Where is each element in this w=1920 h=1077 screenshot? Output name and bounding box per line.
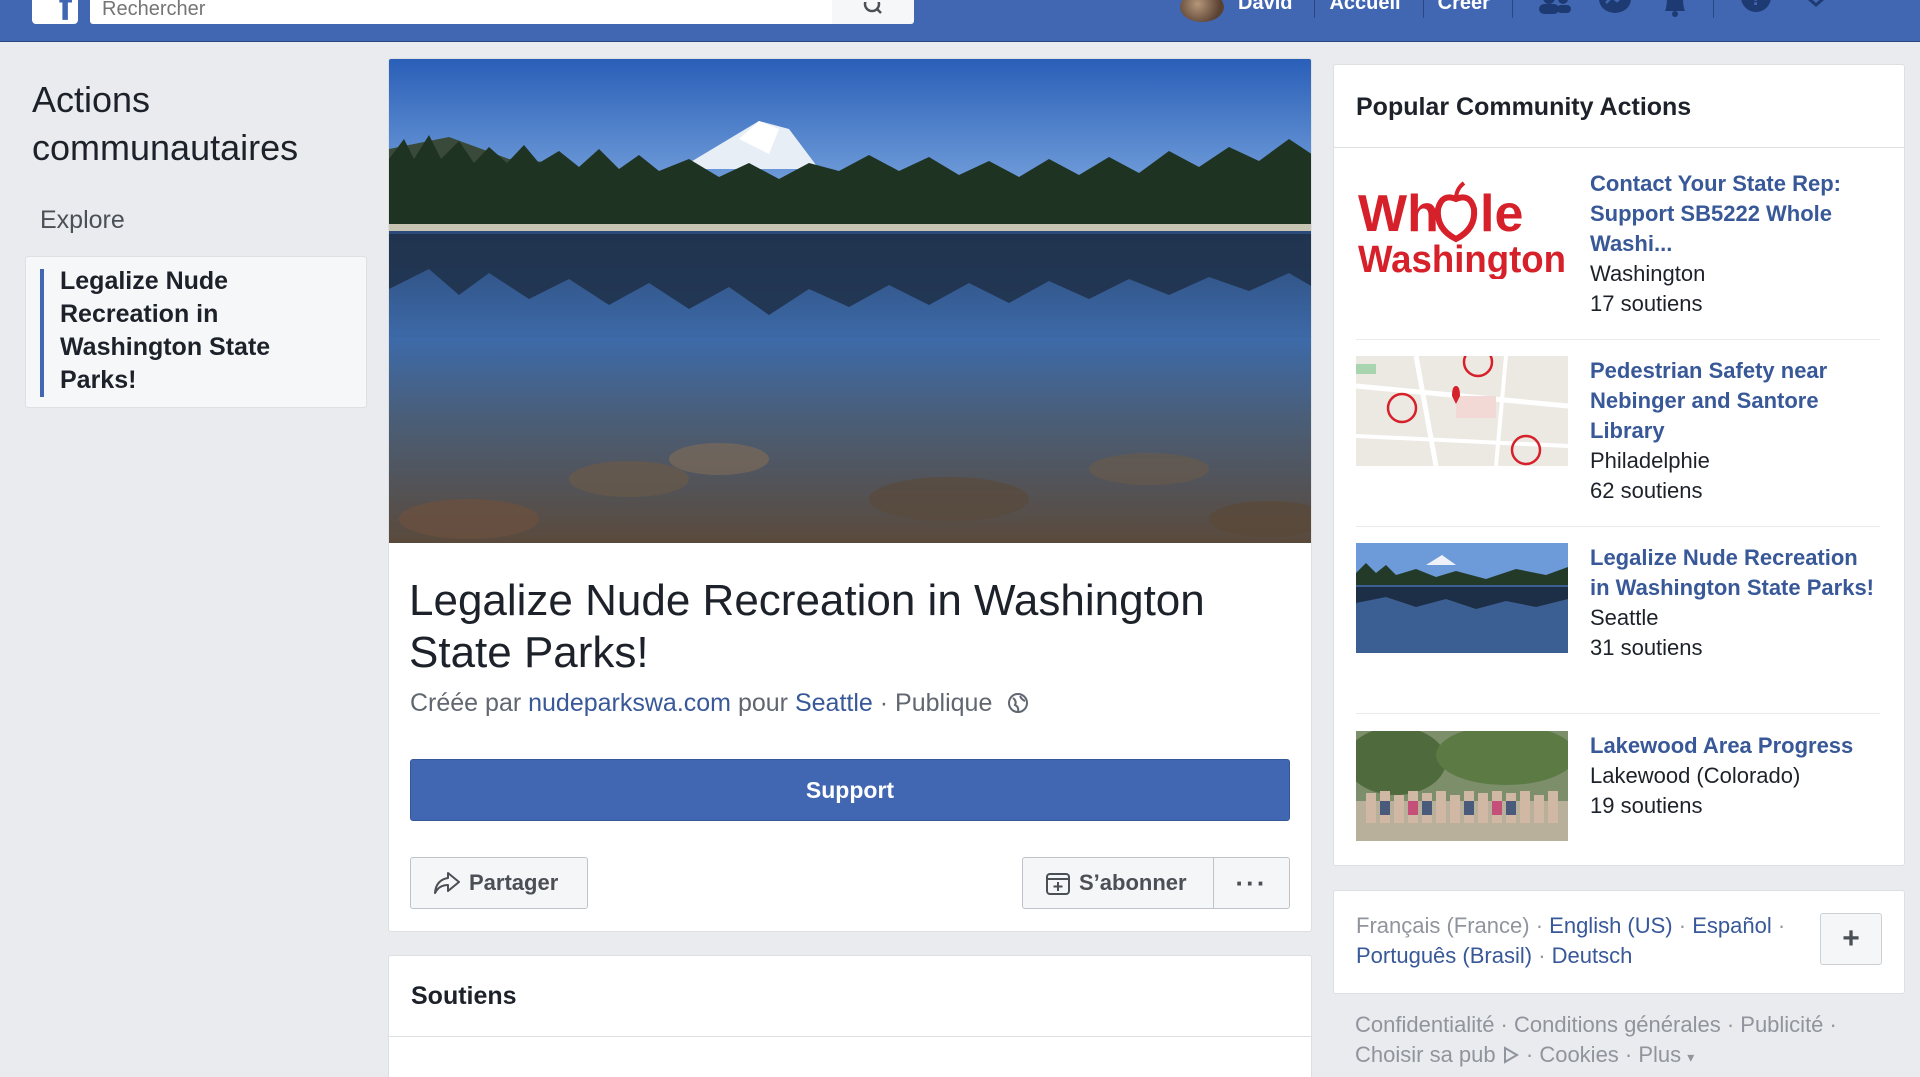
top-navigation-bar: f David Accueil Créer ? [0,0,1920,42]
whole-washington-logo: Wh le Washington [1356,169,1568,279]
footer-link[interactable]: Publicité [1740,1012,1823,1037]
footer-link[interactable]: Choisir sa pub [1355,1042,1496,1067]
supporters-heading: Soutiens [411,982,517,1010]
divider [389,1036,1311,1037]
popular-actions-heading: Popular Community Actions [1356,93,1692,121]
nav-profile-link[interactable]: David [1224,0,1314,15]
search-input[interactable] [90,0,832,24]
account-menu-chevron-icon[interactable] [1798,0,1834,20]
action-location: Philadelphie [1590,448,1710,473]
action-count: 62 soutiens [1590,478,1703,503]
sidebar-item-active[interactable]: Legalize Nude Recreation in Washington S… [25,256,367,408]
action-count: 19 soutiens [1590,793,1703,818]
logo-text: le [1480,185,1523,243]
language-link-espanol[interactable]: Español [1692,913,1772,938]
action-location: Lakewood (Colorado) [1590,763,1801,788]
search-button[interactable] [832,0,914,24]
user-avatar[interactable] [1180,0,1224,22]
action-name[interactable]: Legalize Nude Recreation in Washington S… [1590,543,1880,603]
notifications-bell-icon[interactable] [1657,0,1693,20]
language-link-portugues[interactable]: Português (Brasil) [1356,943,1532,968]
creator-link[interactable]: nudeparkswa.com [528,689,731,717]
action-name[interactable]: Lakewood Area Progress [1590,731,1880,761]
page-title: Legalize Nude Recreation in Washington S… [409,576,1205,677]
support-button[interactable]: Support [410,759,1290,821]
map-thumbnail [1356,356,1568,466]
adchoices-icon [1503,1046,1519,1064]
language-link-deutsch[interactable]: Deutsch [1552,943,1633,968]
whole-washington-logo-image: Wh le Washington [1358,181,1566,279]
action-name[interactable]: Pedestrian Safety near Nebinger and Sant… [1590,356,1880,446]
sidebar-item-label: Legalize Nude Recreation in Washington S… [60,267,271,394]
action-count: 31 soutiens [1590,635,1703,660]
language-list: Français (France) · English (US) · Españ… [1356,913,1786,968]
search-field[interactable] [90,0,832,24]
more-languages-button[interactable]: + [1820,913,1882,965]
nav-create-link[interactable]: Créer [1424,0,1512,15]
action-name[interactable]: Contact Your State Rep: Support SB5222 W… [1590,169,1880,259]
footer-links: Confidentialité · Conditions générales ·… [1355,1012,1837,1067]
divider [1356,713,1880,714]
city-link[interactable]: Seattle [795,689,873,717]
more-options-button[interactable]: ··· [1213,857,1290,909]
logo-text: Wh [1358,185,1439,243]
divider [1356,339,1880,340]
logo-text: Washington [1358,239,1566,279]
messenger-icon[interactable] [1597,0,1633,20]
caret-down-icon: ▾ [1687,1049,1695,1065]
popular-actions-card: Popular Community Actions Wh le Washingt… [1333,64,1905,866]
sidebar-title: Actions communautaires [32,79,299,168]
meta-separator: · [879,689,889,717]
help-icon[interactable]: ? [1738,0,1774,20]
creator-meta: Créée par nudeparkswa.com pour Seattle ·… [410,689,1029,718]
nav-right-group: David Accueil Créer ? [1180,0,1834,42]
calendar-plus-icon [1046,873,1070,895]
share-button[interactable]: Partager [410,857,588,909]
action-count: 17 soutiens [1590,291,1703,316]
group-photo-thumbnail [1356,731,1568,841]
community-action-card: Legalize Nude Recreation in Washington S… [388,58,1312,932]
nav-home-link[interactable]: Accueil [1315,0,1422,15]
for-word: pour [737,689,789,717]
cover-photo [389,59,1311,543]
subscribe-label: S’abonner [1079,870,1187,895]
divider [1356,526,1880,527]
language-link-english[interactable]: English (US) [1549,913,1672,938]
supporters-card: Soutiens [388,955,1312,1077]
subscribe-button[interactable]: S’abonner [1022,857,1214,909]
footer-link[interactable]: Conditions générales [1514,1012,1721,1037]
share-label: Partager [469,870,559,895]
created-by-prefix: Créée par [410,689,522,717]
privacy-label: Publique [895,689,993,717]
active-indicator [40,269,44,397]
footer-link[interactable]: Confidentialité [1355,1012,1494,1037]
logo-letter: f [58,0,72,29]
current-language: Français (France) [1356,913,1530,938]
language-selector-card: Français (France) · English (US) · Españ… [1333,890,1905,994]
lake-thumbnail [1356,543,1568,653]
action-location: Washington [1590,261,1706,286]
nav-divider [1712,0,1714,18]
search-icon [863,2,882,14]
sidebar-explore-link[interactable]: Explore [40,206,125,235]
nav-divider [1511,0,1513,18]
svg-text:?: ? [1750,0,1762,10]
facebook-logo-icon[interactable]: f [32,0,78,29]
footer-link[interactable]: Cookies [1539,1042,1618,1067]
footer-link[interactable]: Plus [1638,1042,1681,1067]
action-location: Seattle [1590,605,1659,630]
friends-icon[interactable] [1537,0,1573,20]
share-icon [434,872,460,894]
globe-icon [1008,693,1029,713]
apple-icon [1434,181,1478,243]
divider [1334,147,1904,148]
